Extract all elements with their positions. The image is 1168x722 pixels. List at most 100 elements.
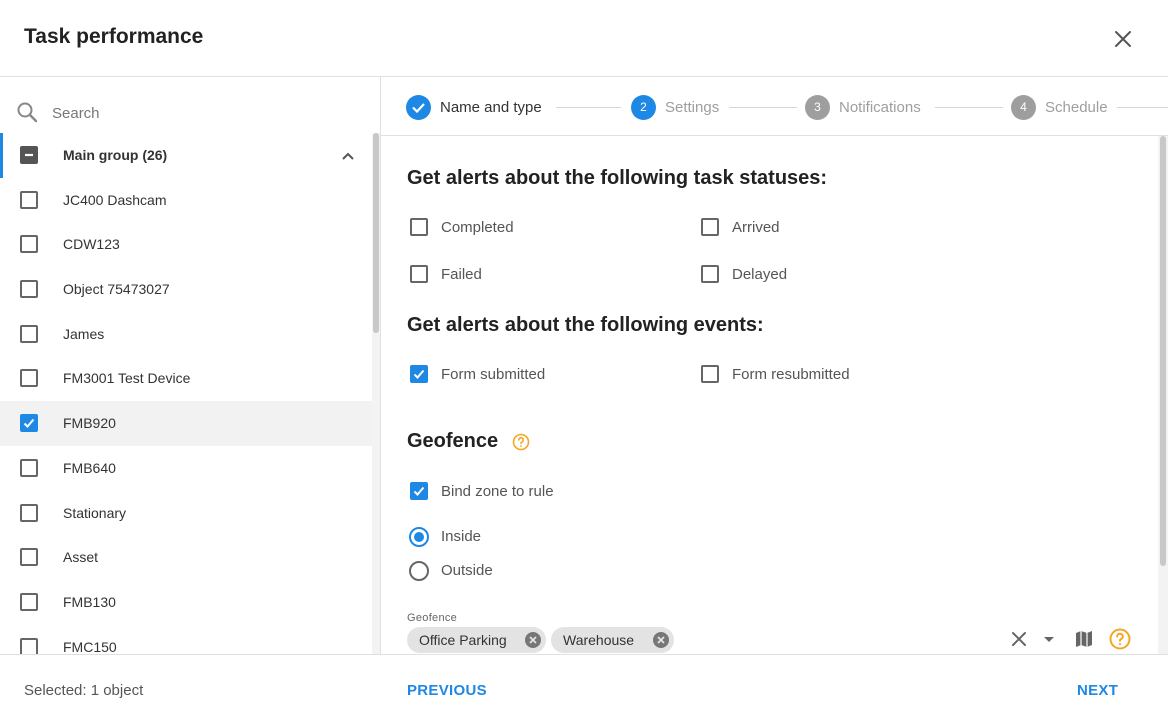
chip-remove-icon[interactable] bbox=[652, 631, 670, 649]
list-item[interactable]: FMB640 bbox=[0, 446, 372, 491]
settings-panel: Name and type 2 Settings 3 Notifications… bbox=[381, 77, 1168, 654]
bind-zone-checkbox[interactable] bbox=[410, 482, 428, 500]
close-icon[interactable] bbox=[1110, 26, 1136, 52]
item-label: FM3001 Test Device bbox=[63, 370, 191, 387]
form-resubmitted-checkbox[interactable] bbox=[701, 365, 719, 383]
settings-scrollbar[interactable] bbox=[1158, 136, 1168, 654]
item-label: Asset bbox=[63, 549, 99, 566]
scrollbar-thumb[interactable] bbox=[373, 133, 379, 333]
item-label: FMB130 bbox=[63, 593, 116, 610]
option-label: Form submitted bbox=[441, 366, 546, 383]
item-label: Stationary bbox=[63, 504, 127, 521]
item-checkbox[interactable] bbox=[20, 637, 38, 654]
object-list-scrollbar[interactable] bbox=[372, 133, 380, 654]
form-submitted-checkbox[interactable] bbox=[410, 365, 428, 383]
option-label: Failed bbox=[441, 266, 482, 283]
item-checkbox[interactable] bbox=[20, 414, 38, 433]
item-checkbox[interactable] bbox=[20, 324, 38, 343]
item-checkbox[interactable] bbox=[20, 592, 38, 611]
step-number: 2 bbox=[631, 95, 656, 120]
inside-radio[interactable] bbox=[409, 527, 429, 547]
step-connector bbox=[935, 107, 1003, 108]
task-statuses-title: Get alerts about the following task stat… bbox=[407, 167, 828, 189]
delayed-checkbox[interactable] bbox=[701, 265, 719, 283]
item-checkbox[interactable] bbox=[20, 280, 38, 299]
step-connector bbox=[556, 107, 621, 108]
step-label: Name and type bbox=[440, 99, 542, 116]
option-label: Arrived bbox=[732, 219, 780, 236]
group-row-main[interactable]: Main group (26) bbox=[0, 133, 372, 178]
chevron-up-icon[interactable] bbox=[339, 147, 357, 165]
list-item[interactable]: CDW123 bbox=[0, 222, 372, 267]
group-label: Main group (26) bbox=[63, 147, 168, 163]
item-label: Object 75473027 bbox=[63, 281, 170, 298]
chip-label: Office Parking bbox=[419, 632, 507, 648]
radio-label: Inside bbox=[441, 528, 482, 545]
step-label: Notifications bbox=[839, 99, 921, 116]
next-button[interactable]: NEXT bbox=[1077, 682, 1118, 699]
option-label: Form resubmitted bbox=[732, 366, 850, 383]
help-icon[interactable] bbox=[1109, 628, 1131, 650]
step-label: Schedule bbox=[1045, 99, 1108, 116]
list-item[interactable]: JC400 Dashcam bbox=[0, 178, 372, 223]
item-label: CDW123 bbox=[63, 236, 120, 253]
failed-checkbox[interactable] bbox=[410, 265, 428, 283]
geofence-chip: Warehouse bbox=[551, 627, 674, 653]
step-number: 3 bbox=[805, 95, 830, 120]
search-bar bbox=[0, 77, 380, 133]
list-item[interactable]: James bbox=[0, 312, 372, 357]
dialog-header: Task performance bbox=[0, 0, 1168, 77]
clear-icon[interactable] bbox=[1008, 628, 1030, 650]
stepper: Name and type 2 Settings 3 Notifications… bbox=[381, 77, 1168, 136]
item-checkbox[interactable] bbox=[20, 235, 38, 254]
list-item[interactable]: FMB920 bbox=[0, 401, 372, 446]
scrollbar-thumb[interactable] bbox=[1160, 136, 1166, 566]
events-title: Get alerts about the following events: bbox=[407, 314, 764, 336]
option-label: Delayed bbox=[732, 266, 788, 283]
item-checkbox[interactable] bbox=[20, 458, 38, 477]
help-icon[interactable] bbox=[512, 433, 530, 451]
item-label: JC400 Dashcam bbox=[63, 191, 167, 208]
dialog-footer: Selected: 1 object PREVIOUS NEXT bbox=[0, 654, 1168, 722]
completed-checkbox[interactable] bbox=[410, 218, 428, 236]
chip-remove-icon[interactable] bbox=[524, 631, 542, 649]
search-input[interactable] bbox=[52, 101, 352, 125]
list-item[interactable]: Stationary bbox=[0, 491, 372, 536]
arrived-checkbox[interactable] bbox=[701, 218, 719, 236]
caret-down-icon[interactable] bbox=[1038, 628, 1060, 650]
list-item[interactable]: FMB130 bbox=[0, 580, 372, 625]
search-icon bbox=[17, 102, 38, 123]
item-label: FMB640 bbox=[63, 459, 116, 476]
chip-label: Warehouse bbox=[563, 632, 635, 648]
previous-button[interactable]: PREVIOUS bbox=[407, 682, 487, 699]
object-list: Main group (26) JC400 Dashcam CDW123 Obj… bbox=[0, 133, 372, 654]
list-item[interactable]: FM3001 Test Device bbox=[0, 356, 372, 401]
option-label: Bind zone to rule bbox=[441, 483, 554, 500]
step-label: Settings bbox=[665, 99, 720, 116]
geofence-title: Geofence bbox=[407, 430, 499, 452]
map-icon[interactable] bbox=[1073, 628, 1095, 650]
item-checkbox[interactable] bbox=[20, 369, 38, 388]
geofence-field-label: Geofence bbox=[407, 612, 458, 624]
item-label: FMC150 bbox=[63, 638, 117, 654]
option-label: Completed bbox=[441, 219, 514, 236]
group-checkbox[interactable] bbox=[20, 146, 38, 164]
settings-content: Get alerts about the following task stat… bbox=[381, 136, 1168, 654]
step-number: 4 bbox=[1011, 95, 1036, 120]
list-item[interactable]: Object 75473027 bbox=[0, 267, 372, 312]
outside-radio[interactable] bbox=[409, 561, 429, 581]
list-item[interactable]: FMC150 bbox=[0, 625, 372, 654]
step-connector bbox=[729, 107, 797, 108]
radio-label: Outside bbox=[441, 562, 493, 579]
step-connector bbox=[1117, 107, 1168, 108]
dialog-title: Task performance bbox=[24, 25, 204, 48]
item-label: James bbox=[63, 325, 105, 342]
check-icon bbox=[406, 95, 431, 120]
item-checkbox[interactable] bbox=[20, 503, 38, 522]
list-item[interactable]: Asset bbox=[0, 535, 372, 580]
item-checkbox[interactable] bbox=[20, 190, 38, 209]
selected-count: Selected: 1 object bbox=[24, 682, 144, 699]
geofence-chip: Office Parking bbox=[407, 627, 546, 653]
item-label: FMB920 bbox=[63, 415, 116, 432]
item-checkbox[interactable] bbox=[20, 548, 38, 567]
